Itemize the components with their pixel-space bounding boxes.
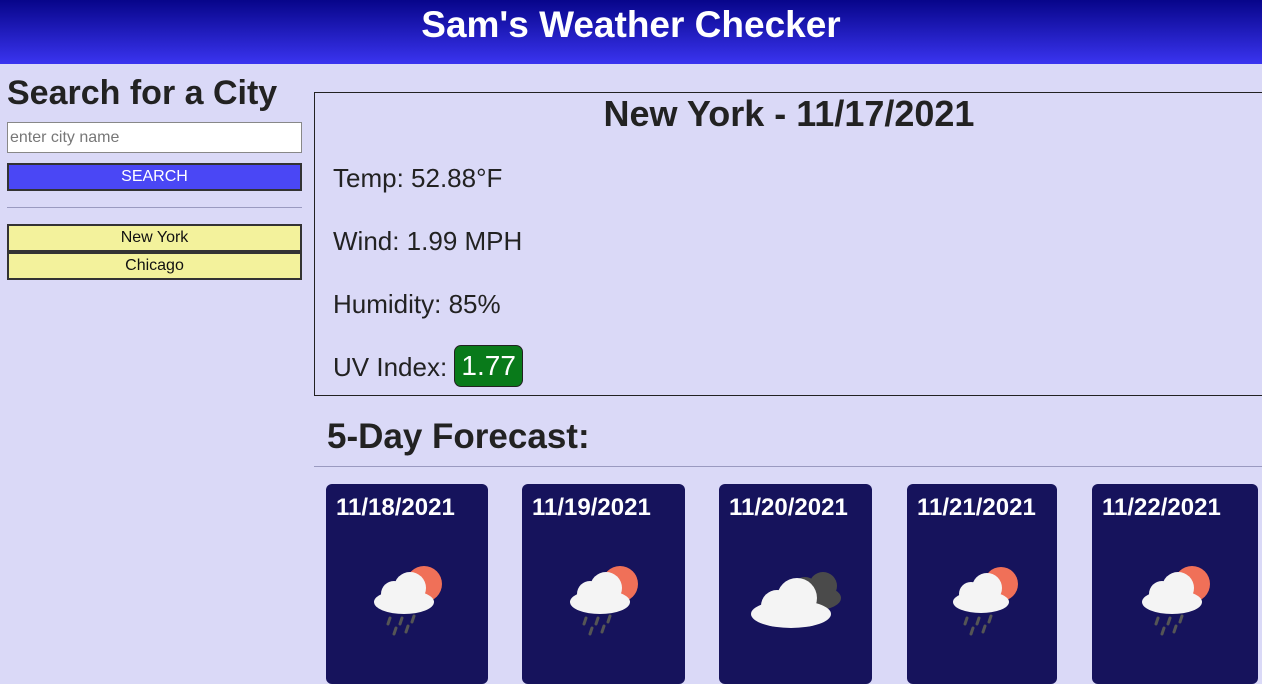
wind-text: Wind: 1.99 MPH [333,226,523,256]
forecast-card: 11/18/2021 [326,484,488,684]
humidity-text: Humidity: 85% [333,289,501,319]
history-button-chicago[interactable]: Chicago [7,252,302,280]
search-button[interactable]: SEARCH [7,163,302,191]
forecast-date: 11/19/2021 [532,494,651,521]
search-heading: Search for a City [7,74,278,112]
city-search-input[interactable] [7,122,302,153]
temp-text: Temp: 52.88°F [333,163,503,193]
rain-sun-icon [953,567,1018,636]
rain-sun-icon [374,566,442,636]
rain-sun-icon [570,566,638,636]
forecast-date: 11/18/2021 [336,494,455,521]
forecast-divider [314,466,1262,467]
forecast-card: 11/20/2021 [719,484,872,684]
current-city-title: New York - 11/17/2021 [603,93,975,134]
forecast-title: 5-Day Forecast: [327,417,590,456]
sidebar-divider [7,207,302,208]
forecast-card: 11/19/2021 [522,484,685,684]
history-button-new-york[interactable]: New York [7,224,302,252]
forecast-date: 11/21/2021 [917,494,1036,521]
forecast-date: 11/22/2021 [1102,494,1221,521]
uv-label: UV Index: [333,351,455,382]
uv-row: UV Index: 1.77 [333,345,523,387]
app-title: Sam's Weather Checker [421,4,841,45]
sidebar: Search for a City SEARCH New York Chicag… [7,70,302,280]
current-weather-panel: New York - 11/17/2021 Temp: 52.88°F Wind… [314,92,1262,396]
cloudy-icon [751,572,841,628]
forecast-card: 11/21/2021 [907,484,1057,684]
rain-sun-icon [1142,566,1210,636]
forecast-card: 11/22/2021 [1092,484,1258,684]
app-header: Sam's Weather Checker [0,0,1262,64]
uv-index-badge: 1.77 [454,345,523,387]
forecast-date: 11/20/2021 [729,494,848,521]
